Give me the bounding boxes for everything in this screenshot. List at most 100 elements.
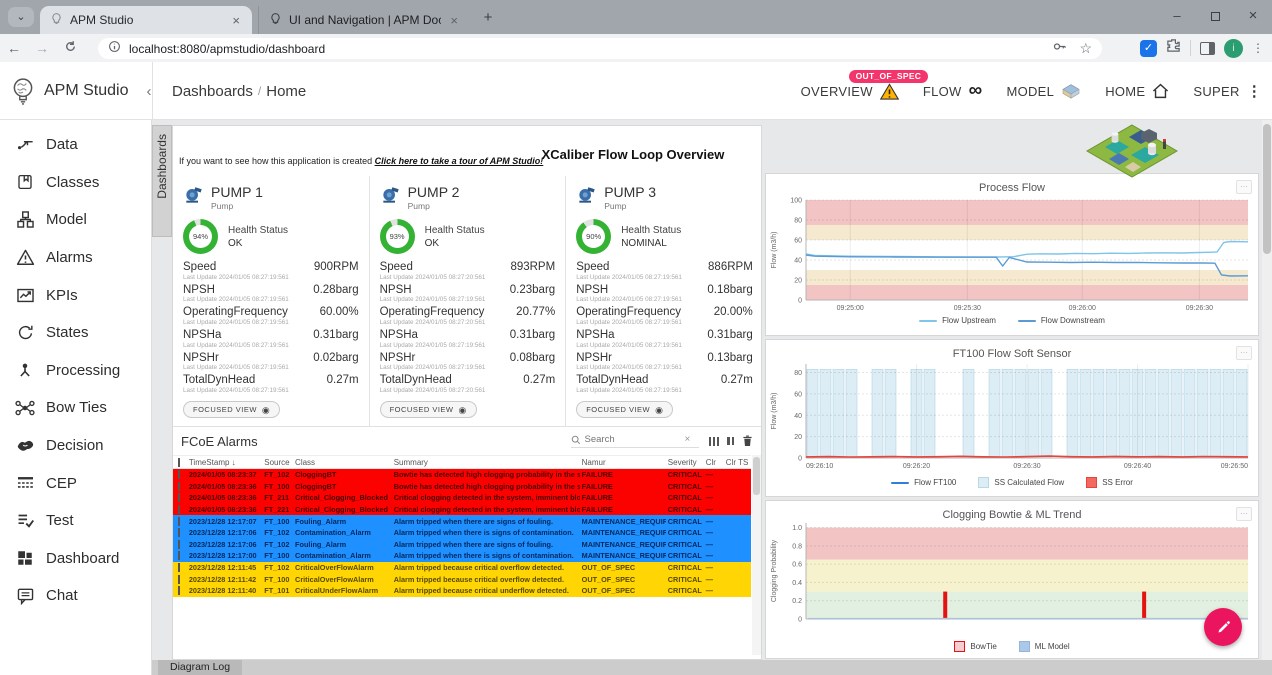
- back-button[interactable]: ←: [0, 40, 28, 56]
- top-nav: OUT_OF_SPEC OVERVIEW FLOW ∞ MODEL HOME: [801, 62, 1262, 120]
- columns-icon[interactable]: [709, 437, 720, 446]
- browser-menu-icon[interactable]: ⋮: [1252, 41, 1264, 55]
- sidebar-item-data[interactable]: Data: [0, 126, 151, 164]
- nav-model[interactable]: MODEL: [1006, 83, 1081, 99]
- legend-item[interactable]: Flow FT100: [891, 478, 956, 487]
- window-close-button[interactable]: ×: [1234, 0, 1272, 34]
- row-checkbox[interactable]: [178, 528, 180, 537]
- edit-fab-button[interactable]: [1204, 608, 1242, 646]
- nav-home[interactable]: HOME: [1105, 83, 1169, 99]
- alarm-row[interactable]: 2024/01/05 08:23:36 FT_221 Critical_Clog…: [173, 504, 751, 516]
- password-key-icon[interactable]: [1052, 39, 1067, 59]
- legend-item[interactable]: ML Model: [1019, 641, 1070, 652]
- row-checkbox[interactable]: [178, 470, 180, 479]
- alarm-row[interactable]: 2024/01/05 08:23:36 FT_211 Critical_Clog…: [173, 492, 751, 504]
- alarm-row[interactable]: 2023/12/28 12:11:40 FT_101 CriticalUnder…: [173, 585, 751, 597]
- svg-text:Clogging Probability: Clogging Probability: [771, 539, 778, 602]
- side-panel-icon[interactable]: [1200, 42, 1215, 55]
- nav-super[interactable]: SUPER ⋮: [1193, 82, 1262, 100]
- extensions-puzzle-icon[interactable]: [1166, 38, 1181, 58]
- row-checkbox[interactable]: [178, 493, 180, 502]
- row-checkbox[interactable]: [178, 482, 180, 491]
- diagram-log-tab[interactable]: Diagram Log: [158, 660, 242, 675]
- sidebar-item-classes[interactable]: Classes: [0, 164, 151, 202]
- breadcrumb-section[interactable]: Dashboards: [172, 83, 253, 100]
- sidebar-item-decision[interactable]: Decision: [0, 427, 151, 465]
- alarm-row[interactable]: 2023/12/28 12:17:00 FT_100 Contamination…: [173, 550, 751, 562]
- pump-metric: NPSHa0.31barg Last Update 2024/01/05 08:…: [576, 329, 753, 349]
- browser-tab-docs[interactable]: UI and Navigation | APM Docu ×: [258, 6, 470, 34]
- sidebar-item-dashboard[interactable]: Dashboard: [0, 540, 151, 578]
- select-all-checkbox[interactable]: [178, 458, 180, 467]
- sidebar-item-states[interactable]: States: [0, 314, 151, 352]
- row-checkbox[interactable]: [178, 505, 180, 514]
- legend-item[interactable]: Flow Upstream: [919, 316, 996, 325]
- legend-item[interactable]: SS Calculated Flow: [978, 477, 1064, 488]
- tab-close-icon[interactable]: ×: [448, 13, 460, 28]
- url-bar[interactable]: localhost:8080/apmstudio/dashboard ☆: [98, 38, 1102, 59]
- sidebar-item-processing[interactable]: Processing: [0, 352, 151, 390]
- sidebar-collapse-icon[interactable]: ‹: [146, 83, 151, 100]
- bookmark-star-icon[interactable]: ☆: [1079, 40, 1092, 57]
- row-checkbox[interactable]: [178, 575, 180, 584]
- focused-view-button[interactable]: FOCUSED VIEW ◉: [183, 401, 280, 418]
- search-clear-icon[interactable]: ×: [685, 434, 691, 445]
- svg-text:40: 40: [794, 413, 802, 420]
- alarm-row[interactable]: 2023/12/28 12:11:45 FT_102 CriticalOverF…: [173, 562, 751, 574]
- dashboard-icon: [15, 548, 35, 568]
- sidebar-item-alarms[interactable]: Alarms: [0, 239, 151, 277]
- alarm-row[interactable]: 2023/12/28 12:17:06 FT_102 Contamination…: [173, 527, 751, 539]
- app-brand[interactable]: APM Studio ‹: [10, 62, 151, 120]
- extension-check-icon[interactable]: ✓: [1140, 40, 1157, 57]
- trash-icon[interactable]: [742, 435, 753, 447]
- window-maximize-button[interactable]: [1196, 0, 1234, 34]
- cep-icon: [15, 473, 35, 493]
- main-scrollbar[interactable]: [1262, 120, 1272, 660]
- tab-close-icon[interactable]: ×: [230, 13, 242, 28]
- url-text[interactable]: localhost:8080/apmstudio/dashboard: [129, 42, 1052, 56]
- alarm-row[interactable]: 2023/12/28 12:17:06 FT_102 Fouling_Alarm…: [173, 539, 751, 551]
- window-minimize-button[interactable]: –: [1158, 0, 1196, 34]
- row-checkbox[interactable]: [178, 551, 180, 560]
- dashboards-vertical-tab[interactable]: Dashboards: [152, 125, 172, 237]
- legend-item[interactable]: SS Error: [1086, 477, 1133, 488]
- alarms-scrollbar[interactable]: [752, 455, 761, 655]
- profile-avatar[interactable]: i: [1224, 39, 1243, 58]
- row-checkbox[interactable]: [178, 517, 180, 526]
- legend-item[interactable]: Flow Downstream: [1018, 316, 1105, 325]
- pump-metric: NPSH0.18barg Last Update 2024/01/05 08:2…: [576, 284, 753, 304]
- out-of-spec-badge: OUT_OF_SPEC: [849, 70, 929, 83]
- alarm-row[interactable]: 2024/01/05 08:23:36 FT_100 CloggingBT Bo…: [173, 481, 751, 493]
- pause-icon[interactable]: [727, 437, 734, 445]
- row-checkbox[interactable]: [178, 540, 180, 549]
- reload-button[interactable]: [56, 40, 84, 56]
- new-tab-button[interactable]: +: [478, 8, 498, 28]
- row-checkbox[interactable]: [178, 586, 180, 595]
- alarm-row[interactable]: 2023/12/28 12:17:07 FT_100 Fouling_Alarm…: [173, 515, 751, 527]
- sidebar-item-bow-ties[interactable]: Bow Ties: [0, 389, 151, 427]
- sidebar-item-kpis[interactable]: KPIs: [0, 276, 151, 314]
- forward-button[interactable]: →: [28, 40, 56, 56]
- svg-text:09:26:20: 09:26:20: [903, 463, 930, 470]
- focused-view-button[interactable]: FOCUSED VIEW ◉: [576, 401, 673, 418]
- alarm-row[interactable]: 2023/12/28 12:11:42 FT_100 CriticalOverF…: [173, 573, 751, 585]
- pump-metric: Speed893RPM Last Update 2024/01/05 08:27…: [380, 261, 556, 281]
- legend-item[interactable]: BowTie: [954, 641, 996, 652]
- legend-swatch: [1086, 477, 1097, 488]
- nav-overview[interactable]: OUT_OF_SPEC OVERVIEW: [801, 83, 899, 100]
- svg-text:60: 60: [794, 391, 802, 398]
- alarm-row[interactable]: 2024/01/05 08:23:37 FT_102 CloggingBT Bo…: [173, 469, 751, 481]
- sidebar-item-test[interactable]: Test: [0, 502, 151, 540]
- tab-search-button[interactable]: ⌄: [8, 7, 34, 27]
- row-checkbox[interactable]: [178, 563, 180, 572]
- sidebar-item-model[interactable]: Model: [0, 201, 151, 239]
- classes-icon: [15, 172, 35, 192]
- search-input[interactable]: [585, 434, 681, 445]
- site-info-icon[interactable]: [108, 40, 121, 58]
- browser-tab-apm-studio[interactable]: APM Studio ×: [40, 6, 252, 34]
- sidebar-item-chat[interactable]: Chat: [0, 577, 151, 615]
- nav-flow[interactable]: FLOW ∞: [923, 84, 983, 99]
- sidebar-item-cep[interactable]: CEP: [0, 464, 151, 502]
- focused-view-button[interactable]: FOCUSED VIEW ◉: [380, 401, 477, 418]
- alarms-search[interactable]: ×: [571, 434, 699, 448]
